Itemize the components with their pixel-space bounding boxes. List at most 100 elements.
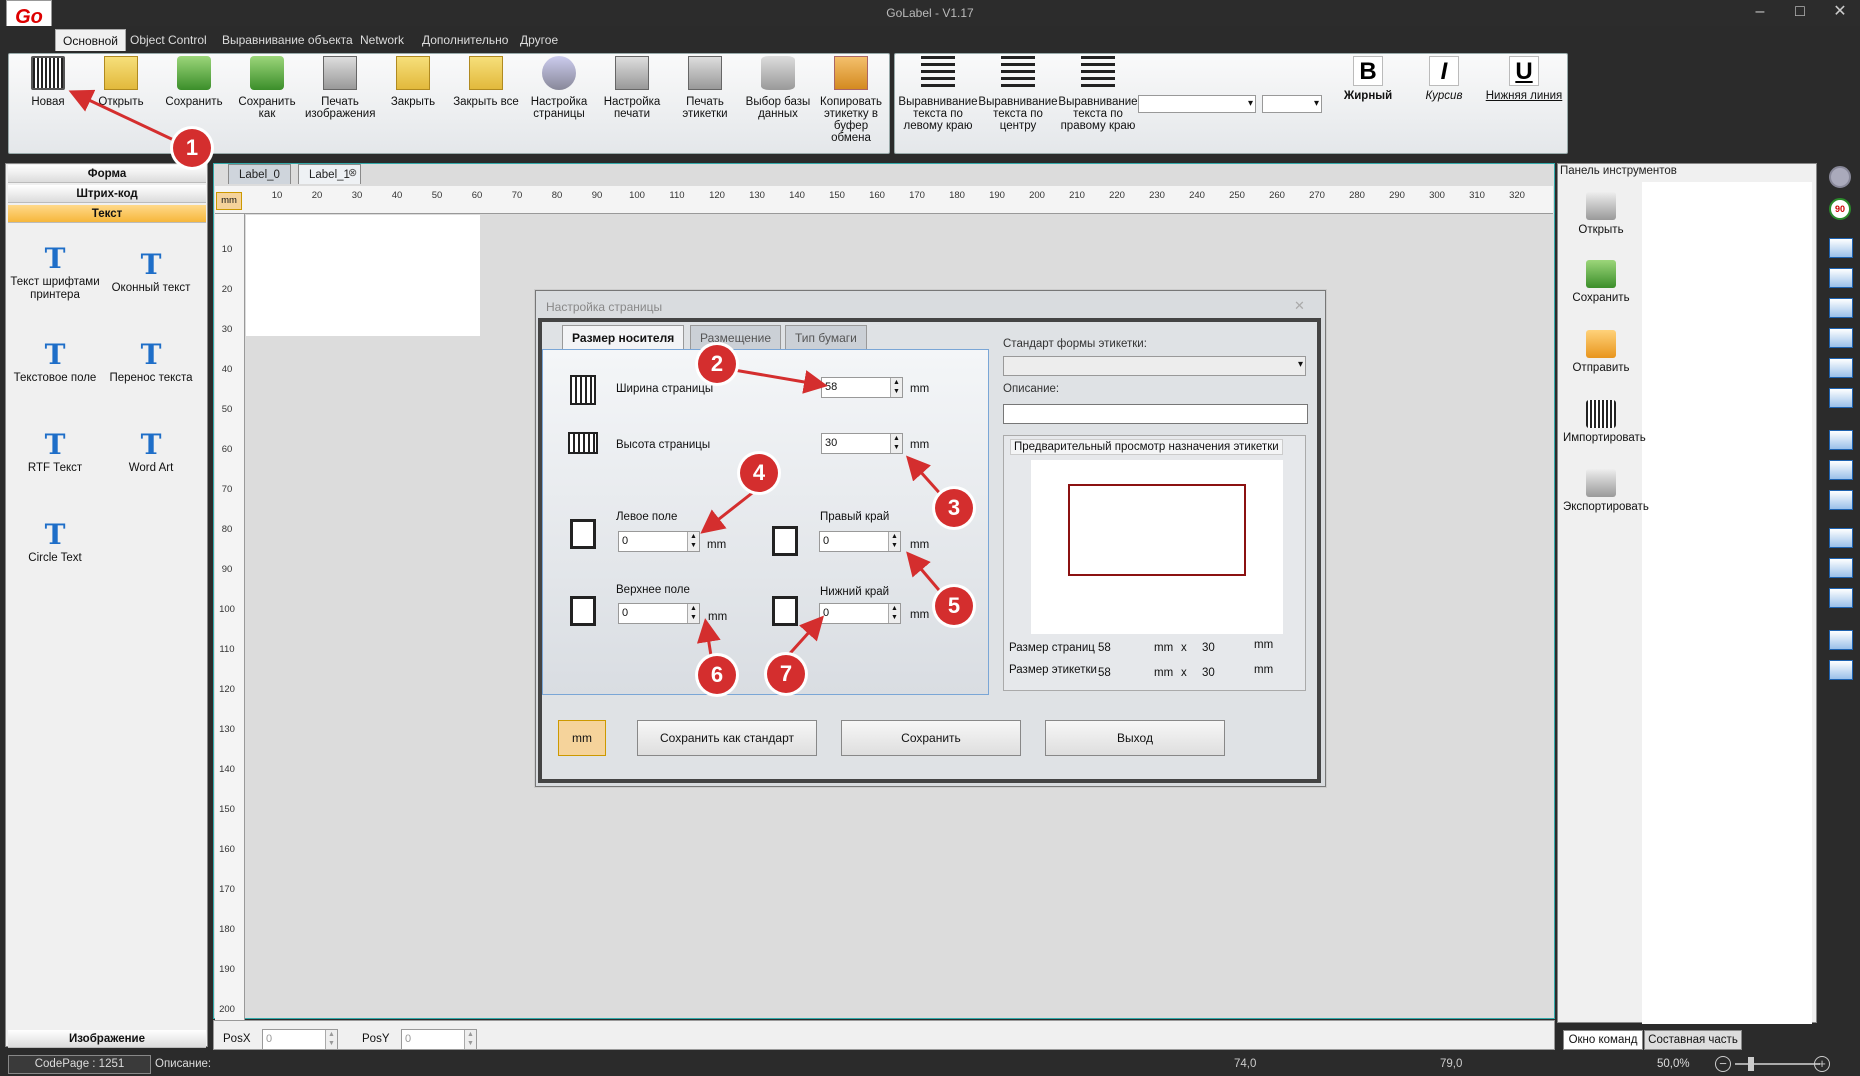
zoom-slider-thumb[interactable] — [1748, 1057, 1754, 1071]
zoom-out-icon[interactable]: − — [1715, 1056, 1731, 1072]
close-all-button[interactable]: Закрыть все — [451, 56, 521, 148]
bold-button[interactable]: B Жирный — [1333, 56, 1403, 102]
top-margin-input[interactable]: 0 ▲ ▼ — [618, 603, 700, 624]
underline-button[interactable]: U Нижняя линия — [1485, 56, 1563, 102]
tool-text-field[interactable]: T Текстовое поле — [10, 338, 100, 385]
tool-window-text[interactable]: T Оконный текст — [106, 248, 196, 295]
page-height-input[interactable]: 30 ▲ ▼ — [821, 433, 903, 454]
print-label-button[interactable]: Печать этикетки — [670, 56, 740, 148]
section-shape[interactable]: Форма — [8, 165, 206, 183]
bottom-margin-input[interactable]: 0 ▲ ▼ — [819, 603, 901, 624]
align-center-button[interactable]: Выравнивание текста по центру — [978, 56, 1058, 148]
align-hcenter-icon[interactable] — [1829, 460, 1853, 480]
align-objects-icon[interactable] — [1829, 238, 1853, 258]
dialog-save-button[interactable]: Сохранить — [841, 720, 1021, 756]
tool-printer-font-text[interactable]: T Текст шрифтами принтера — [10, 242, 100, 302]
spin-arrows-icon[interactable]: ▲ ▼ — [325, 1030, 337, 1049]
menu-tab-extra[interactable]: Дополнительно — [415, 29, 515, 51]
right-margin-input[interactable]: 0 ▲ ▼ — [819, 531, 901, 552]
print-setup-icon — [615, 56, 649, 90]
exit-button[interactable]: Выход — [1045, 720, 1225, 756]
section-image[interactable]: Изображение — [8, 1030, 206, 1048]
toolbox-open-button[interactable]: Открыть — [1563, 192, 1639, 236]
description-input[interactable] — [1003, 404, 1308, 424]
page-width-input[interactable]: 58 ▲ ▼ — [821, 377, 903, 398]
section-barcode[interactable]: Штрих-код — [8, 185, 206, 203]
minimize-icon[interactable]: – — [1740, 0, 1780, 26]
menu-tab-other[interactable]: Другое — [513, 29, 565, 51]
zoom-in-icon[interactable]: + — [1814, 1056, 1830, 1072]
save-as-standard-button[interactable]: Сохранить как стандарт — [637, 720, 817, 756]
align-right-edge-icon[interactable] — [1829, 490, 1853, 510]
maximize-icon[interactable]: □ — [1780, 0, 1820, 26]
align-objects-icon[interactable] — [1829, 298, 1853, 318]
align-left-button[interactable]: Выравнивание текста по левому краю — [898, 56, 978, 148]
spin-arrows-icon[interactable]: ▲ ▼ — [888, 532, 900, 551]
rotate-icon[interactable]: 90 — [1829, 198, 1851, 220]
toolbox-import-button[interactable]: Импортировать — [1563, 400, 1646, 444]
toolbox-export-button[interactable]: Экспортировать — [1563, 469, 1649, 513]
toolbox-save-button[interactable]: Сохранить — [1563, 260, 1639, 304]
print-image-button[interactable]: Печать изображения — [305, 56, 375, 148]
menu-tab-network[interactable]: Network — [353, 29, 411, 51]
close-tab-icon[interactable]: ⊗ — [348, 166, 357, 179]
tool-circle-text[interactable]: T Circle Text — [10, 518, 100, 565]
dialog-close-icon[interactable]: ✕ — [1294, 298, 1305, 314]
align-left-edge-icon[interactable] — [1829, 430, 1853, 450]
database-button[interactable]: Выбор базы данных — [743, 56, 813, 148]
save-as-button[interactable]: Сохранить как — [232, 56, 302, 148]
font-name-combo[interactable] — [1138, 95, 1256, 113]
new-button[interactable]: Новая — [13, 56, 83, 148]
spin-arrows-icon[interactable]: ▲ ▼ — [687, 532, 699, 551]
toolbox-send-button[interactable]: Отправить — [1563, 330, 1639, 374]
align-top-edge-icon[interactable] — [1829, 528, 1853, 548]
align-objects-icon[interactable] — [1829, 328, 1853, 348]
menu-tab-main[interactable]: Основной — [55, 29, 127, 51]
close-icon[interactable]: ✕ — [1820, 0, 1860, 26]
ruler-tick-label: 10 — [271, 190, 283, 201]
tab-paper-type[interactable]: Тип бумаги — [785, 325, 867, 349]
section-text[interactable]: Текст — [8, 205, 206, 223]
unit-toggle-button[interactable]: mm — [558, 720, 606, 756]
spin-arrows-icon[interactable]: ▲ ▼ — [687, 604, 699, 623]
close-button[interactable]: Закрыть — [378, 56, 448, 148]
menu-tab-align[interactable]: Выравнивание объекта — [215, 29, 360, 51]
copy-label-button[interactable]: Копировать этикетку в буфер обмена — [816, 56, 886, 148]
tab-component[interactable]: Составная часть — [1644, 1030, 1742, 1050]
page-setup-button[interactable]: Настройка страницы — [524, 56, 594, 148]
distribute-v-icon[interactable] — [1829, 660, 1853, 680]
ruler-tick-label: 200 — [1029, 190, 1045, 201]
spin-arrows-icon[interactable]: ▲ ▼ — [888, 604, 900, 623]
left-margin-input[interactable]: 0 ▲ ▼ — [618, 531, 700, 552]
align-objects-icon[interactable] — [1829, 358, 1853, 378]
italic-button[interactable]: I Курсив — [1409, 56, 1479, 102]
spin-arrows-icon[interactable]: ▲ ▼ — [890, 378, 902, 397]
ruler-tick-label: 120 — [219, 684, 235, 695]
tool-rtf-text[interactable]: T RTF Текст — [10, 428, 100, 475]
tab-placement[interactable]: Размещение — [690, 325, 781, 349]
posx-input[interactable]: 0 ▲ ▼ — [262, 1029, 338, 1050]
settings-icon[interactable] — [1829, 166, 1851, 188]
align-vcenter-icon[interactable] — [1829, 558, 1853, 578]
tab-label-0[interactable]: Label_0 — [228, 164, 291, 184]
align-right-button[interactable]: Выравнивание текста по правому краю — [1058, 56, 1138, 148]
label-canvas[interactable] — [246, 215, 480, 336]
unit-badge[interactable]: mm — [216, 192, 242, 210]
align-objects-icon[interactable] — [1829, 268, 1853, 288]
tool-text-wrap[interactable]: T Перенос текста — [106, 338, 196, 385]
tab-media-size[interactable]: Размер носителя — [562, 325, 685, 349]
posy-input[interactable]: 0 ▲ ▼ — [401, 1029, 477, 1050]
tab-command-window[interactable]: Окно команд — [1563, 1030, 1643, 1050]
align-bottom-edge-icon[interactable] — [1829, 588, 1853, 608]
print-setup-button[interactable]: Настройка печати — [597, 56, 667, 148]
menu-tab-object-control[interactable]: Object Control — [123, 29, 214, 51]
distribute-h-icon[interactable] — [1829, 630, 1853, 650]
font-size-combo[interactable] — [1262, 95, 1322, 113]
spin-arrows-icon[interactable]: ▲ ▼ — [464, 1030, 476, 1049]
align-objects-icon[interactable] — [1829, 388, 1853, 408]
spin-arrows-icon[interactable]: ▲ ▼ — [890, 434, 902, 453]
label-standard-combo[interactable] — [1003, 356, 1306, 376]
ruler-tick-label: 230 — [1149, 190, 1165, 201]
open-button[interactable]: Открыть — [86, 56, 156, 148]
tool-word-art[interactable]: T Word Art — [106, 428, 196, 475]
